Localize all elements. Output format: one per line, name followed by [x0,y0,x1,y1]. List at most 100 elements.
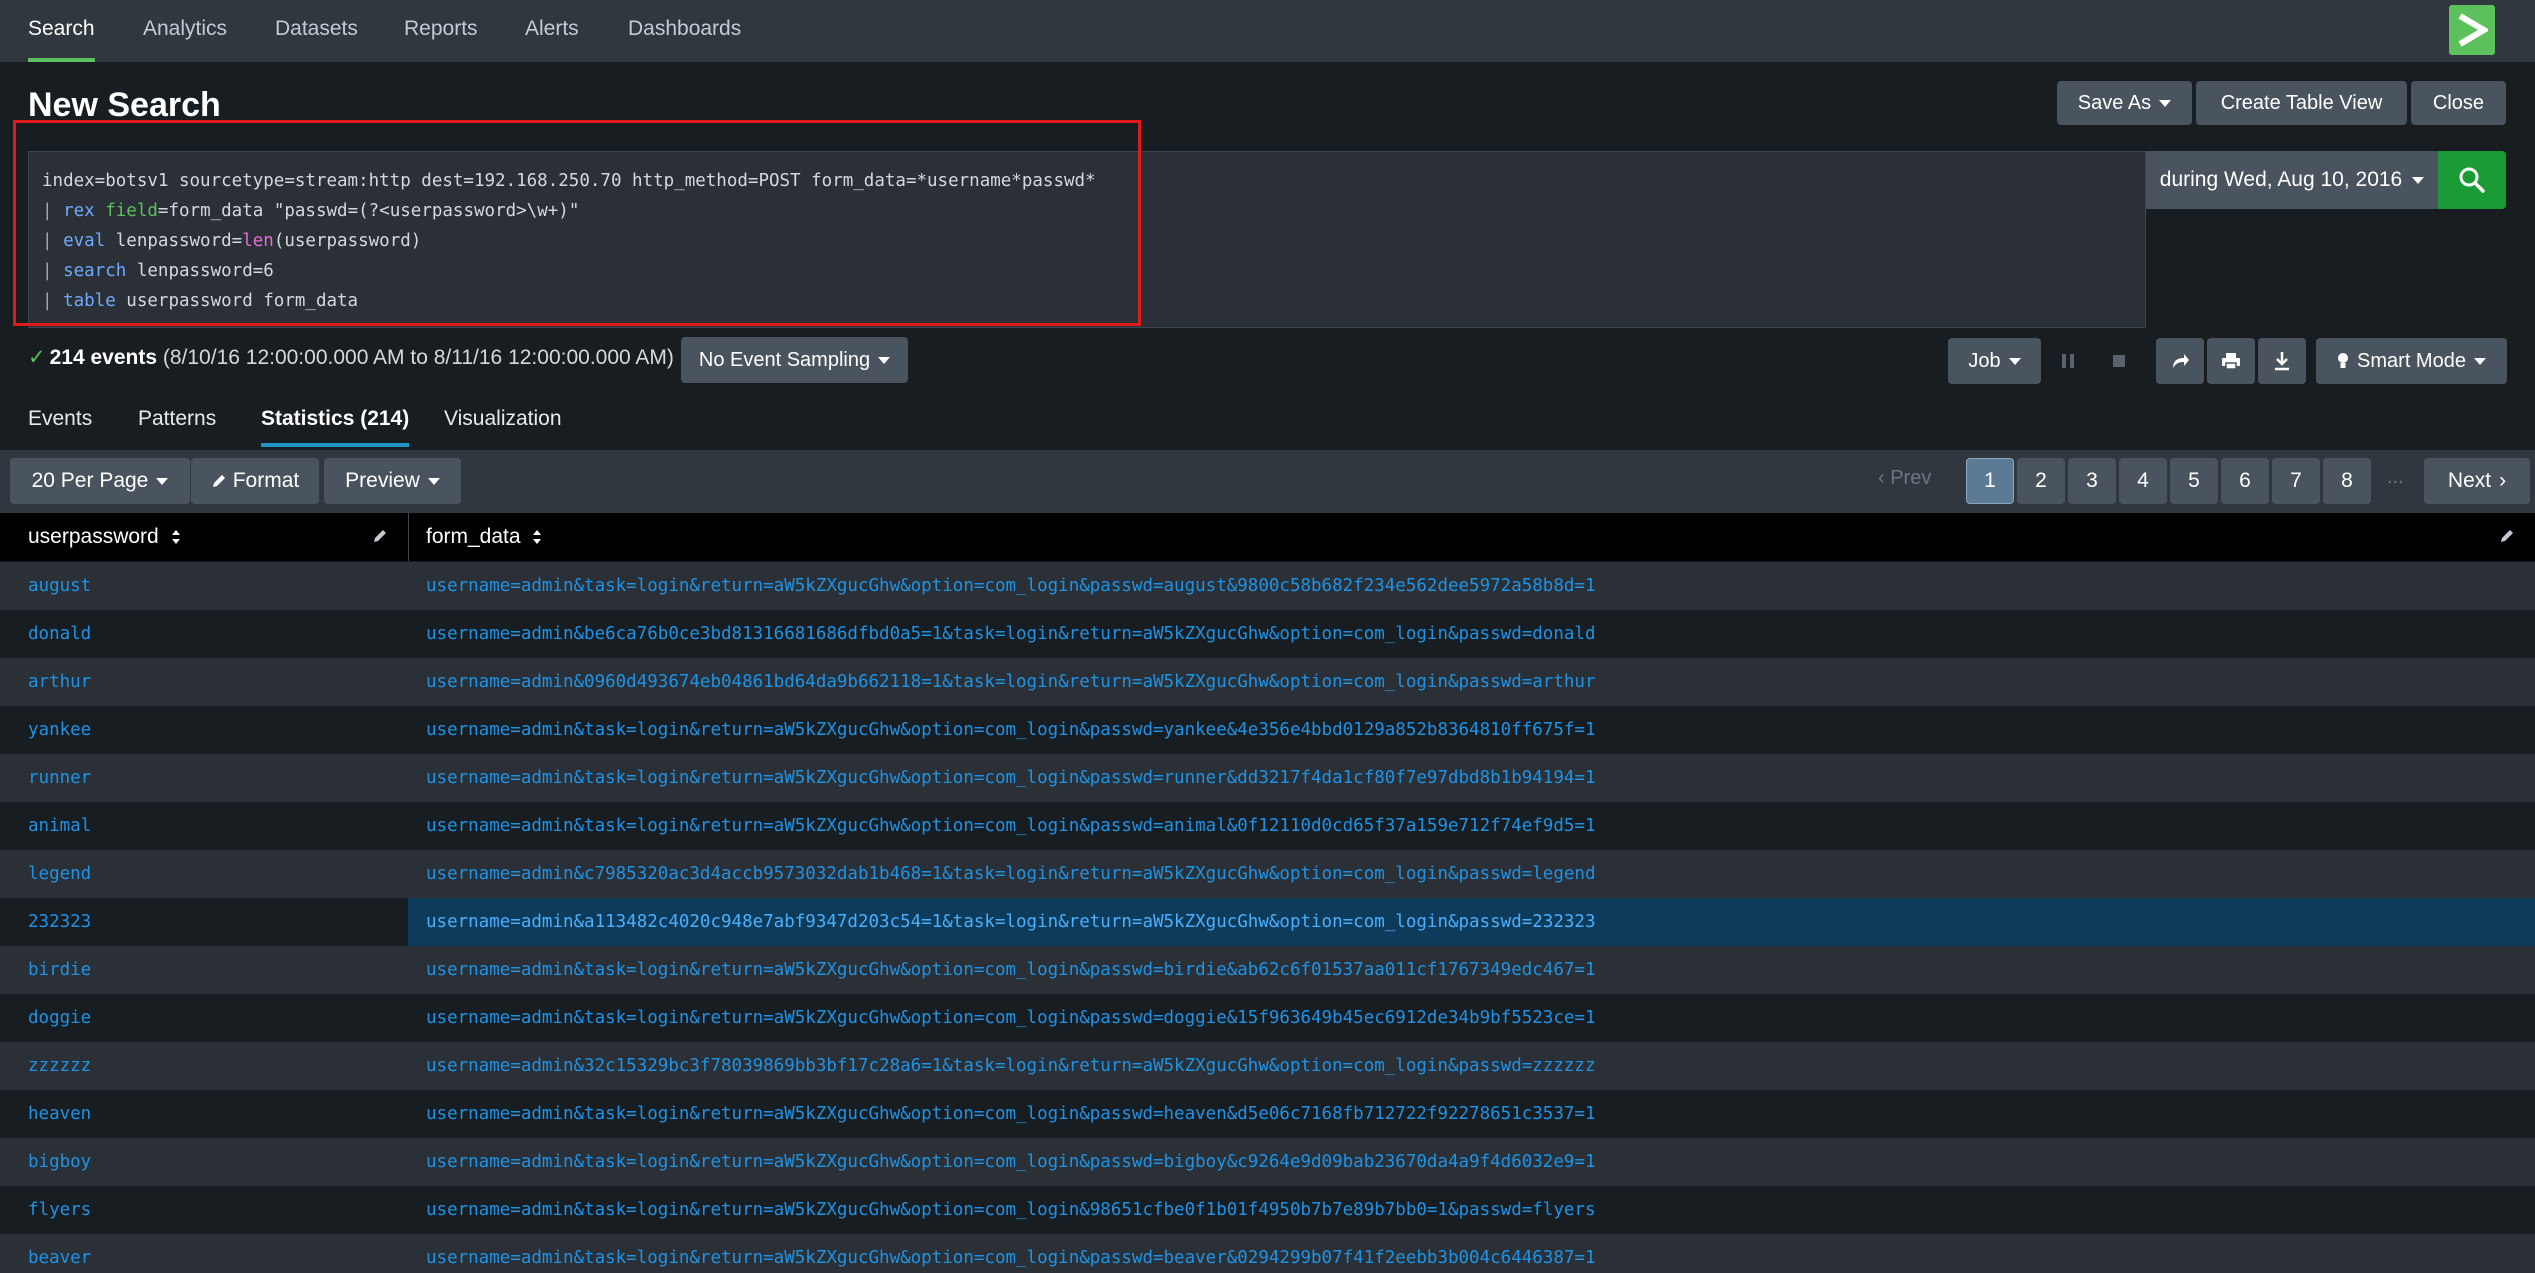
cell-userpassword[interactable]: animal [28,802,91,850]
tab-visualization[interactable]: Visualization [444,407,562,431]
cell-form-data[interactable]: username=admin&task=login&return=aW5kZXg… [408,994,2535,1042]
cell-userpassword[interactable]: doggie [28,994,91,1042]
pencil-icon[interactable] [372,528,388,544]
cell-userpassword[interactable]: donald [28,610,91,658]
pencil-icon[interactable] [2499,528,2515,544]
time-range-text: (8/10/16 12:00:00.000 AM to 8/11/16 12:0… [157,346,674,369]
search-button[interactable] [2438,151,2506,209]
cell-form-data[interactable]: username=admin&task=login&return=aW5kZXg… [408,1186,2535,1234]
cell-userpassword[interactable]: flyers [28,1186,91,1234]
cell-userpassword[interactable]: runner [28,754,91,802]
print-button[interactable] [2207,338,2255,384]
share-icon [2173,354,2189,368]
stop-button[interactable] [2099,338,2139,384]
download-icon [2275,352,2289,371]
cell-form-data[interactable]: username=admin&task=login&return=aW5kZXg… [408,1090,2535,1138]
nav-tab-search[interactable]: Search [28,0,95,62]
per-page-label: 20 Per Page [31,469,149,492]
cell-form-data[interactable]: username=admin&task=login&return=aW5kZXg… [408,754,2535,802]
cell-userpassword[interactable]: bigboy [28,1138,91,1186]
table-row: runner username=admin&task=login&return=a… [0,754,2535,802]
pause-button[interactable] [2048,338,2088,384]
nav-tab-datasets[interactable]: Datasets [275,0,358,62]
print-icon [2222,353,2240,370]
page-2-button[interactable]: 2 [2017,458,2065,504]
cell-userpassword[interactable]: heaven [28,1090,91,1138]
caret-down-icon [878,356,891,364]
caret-down-icon [2008,357,2021,365]
close-button[interactable]: Close [2411,81,2506,125]
cell-userpassword[interactable]: birdie [28,946,91,994]
page-6-button[interactable]: 6 [2221,458,2269,504]
column-label: form_data [426,525,521,548]
tab-events[interactable]: Events [28,407,92,431]
event-sampling-label: No Event Sampling [698,348,871,371]
cell-form-data[interactable]: username=admin&task=login&return=aW5kZXg… [408,1234,2535,1273]
next-page-button[interactable]: Next › [2424,458,2530,504]
table-row: august username=admin&task=login&return=a… [0,562,2535,610]
cell-form-data[interactable]: username=admin&task=login&return=aW5kZXg… [408,946,2535,994]
cell-form-data[interactable]: username=admin&task=login&return=aW5kZXg… [408,562,2535,610]
smart-mode-dropdown[interactable]: Smart Mode [2316,338,2507,384]
cell-userpassword[interactable]: 232323 [28,898,91,946]
page-4-button[interactable]: 4 [2119,458,2167,504]
caret-down-icon [427,477,440,485]
save-as-label: Save As [2077,91,2152,114]
cell-form-data[interactable]: username=admin&task=login&return=aW5kZXg… [408,1138,2535,1186]
event-sampling-dropdown[interactable]: No Event Sampling [681,337,908,383]
column-label: userpassword [28,525,159,548]
save-as-button[interactable]: Save As [2057,81,2192,125]
cell-userpassword[interactable]: legend [28,850,91,898]
preview-dropdown[interactable]: Preview [324,458,461,504]
job-label: Job [1968,349,2001,372]
page-5-button[interactable]: 5 [2170,458,2218,504]
nav-tab-dashboards[interactable]: Dashboards [628,0,741,62]
page-7-button[interactable]: 7 [2272,458,2320,504]
cell-form-data[interactable]: username=admin&task=login&return=aW5kZXg… [408,706,2535,754]
column-header-userpassword[interactable]: userpassword [28,513,181,561]
page-1-button[interactable]: 1 [1966,458,2014,504]
tab-statistics[interactable]: Statistics (214) [261,407,410,447]
cell-userpassword[interactable]: zzzzzz [28,1042,91,1090]
prev-label: Prev [1890,467,1932,489]
prev-page-link[interactable]: ‹ Prev [1878,467,1931,490]
nav-tab-alerts[interactable]: Alerts [525,0,579,62]
cell-userpassword[interactable]: arthur [28,658,91,706]
table-row: yankee username=admin&task=login&return=a… [0,706,2535,754]
caret-down-icon [2473,357,2486,365]
per-page-dropdown[interactable]: 20 Per Page [10,458,190,504]
cell-form-data-selected[interactable]: username=admin&a113482c4020c948e7abf9347… [408,898,2535,946]
column-header-form-data[interactable]: form_data [426,513,542,561]
tab-patterns[interactable]: Patterns [138,407,216,431]
cell-form-data[interactable]: username=admin&0960d493674eb04861bd64da9… [408,658,2535,706]
nav-tab-analytics[interactable]: Analytics [143,0,227,62]
share-button[interactable] [2156,338,2204,384]
table-row-selected: 232323 username=admin&a113482c4020c948e7a… [0,898,2535,946]
caret-down-icon [2159,99,2172,107]
cell-userpassword[interactable]: august [28,562,91,610]
annotation-highlight-box [13,120,1141,326]
cell-userpassword[interactable]: beaver [28,1234,91,1273]
page-3-button[interactable]: 3 [2068,458,2116,504]
cell-form-data[interactable]: username=admin&task=login&return=aW5kZXg… [408,802,2535,850]
time-range-picker[interactable]: during Wed, Aug 10, 2016 [2146,151,2438,209]
format-button[interactable]: Format [191,458,319,504]
page-8-button[interactable]: 8 [2323,458,2371,504]
smart-mode-label: Smart Mode [2357,349,2466,372]
cell-userpassword[interactable]: yankee [28,706,91,754]
cell-form-data[interactable]: username=admin&be6ca76b0ce3bd81316681686… [408,610,2535,658]
table-row: arthur username=admin&0960d493674eb04861b… [0,658,2535,706]
export-button[interactable] [2258,338,2306,384]
checkmark-icon: ✓ [28,346,46,369]
job-dropdown[interactable]: Job [1948,338,2041,384]
cell-form-data[interactable]: username=admin&c7985320ac3d4accb9573032d… [408,850,2535,898]
caret-down-icon [2412,176,2425,184]
app-logo[interactable] [2449,5,2495,55]
cell-form-data[interactable]: username=admin&32c15329bc3f78039869bb3bf… [408,1042,2535,1090]
preview-label: Preview [345,469,420,492]
create-table-view-button[interactable]: Create Table View [2196,81,2407,125]
sort-icon [171,530,180,545]
table-row: heaven username=admin&task=login&return=a… [0,1090,2535,1138]
nav-tab-reports[interactable]: Reports [404,0,478,62]
caret-down-icon [156,477,169,485]
